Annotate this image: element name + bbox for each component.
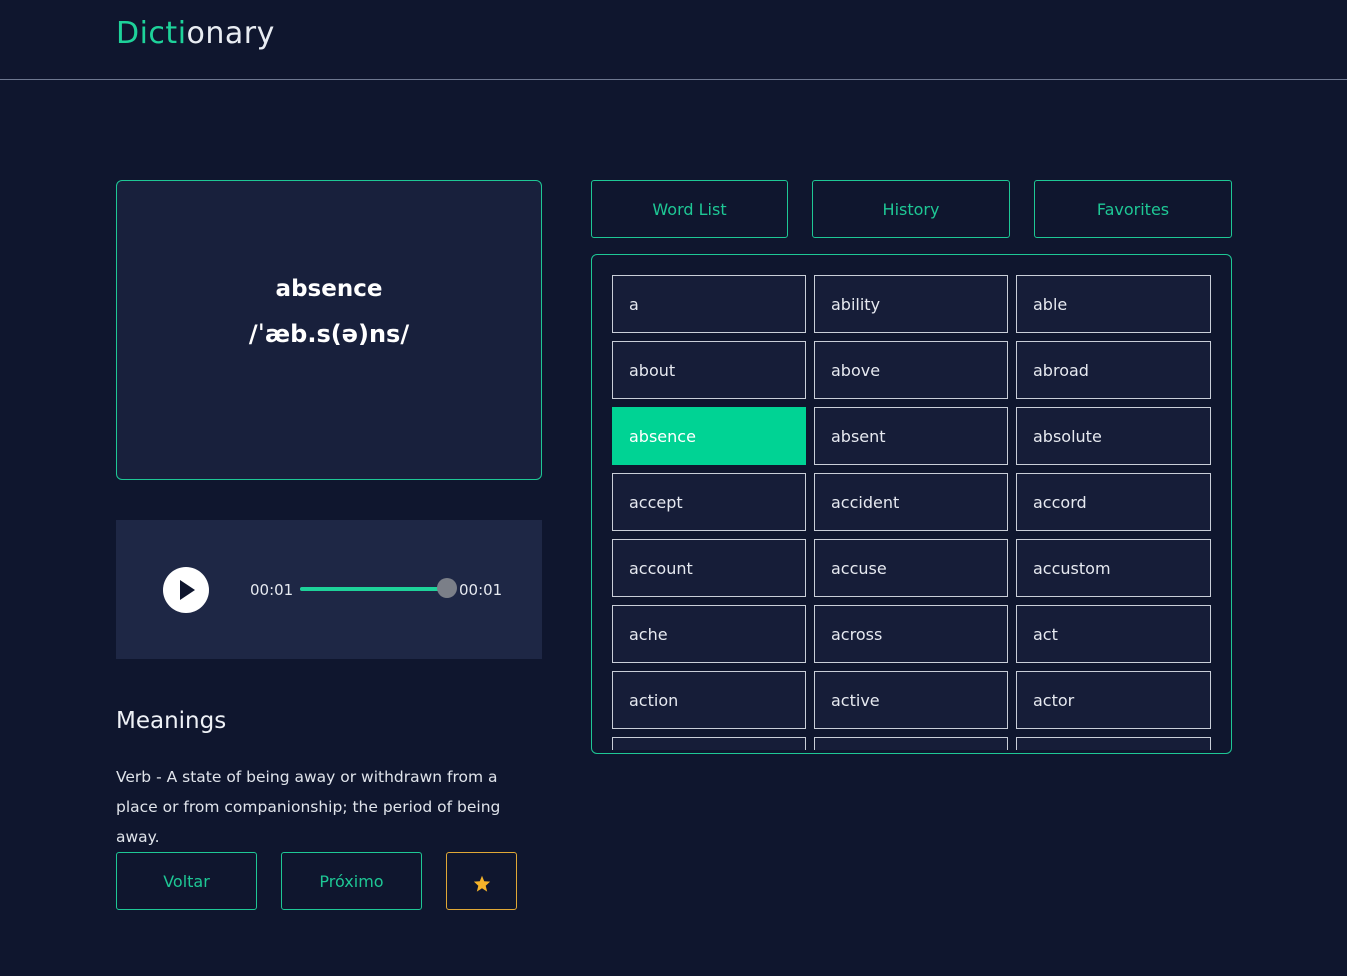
word-list-item[interactable]: absence	[612, 407, 806, 465]
progress-thumb[interactable]	[437, 578, 457, 598]
logo-accent: Dicti	[116, 16, 187, 51]
tab-word-list[interactable]: Word List	[591, 180, 788, 238]
word-list-item[interactable]	[612, 737, 806, 750]
app-logo[interactable]: Dictionary	[116, 16, 275, 51]
word-list-item[interactable]: actor	[1016, 671, 1211, 729]
word-list-item[interactable]: active	[814, 671, 1008, 729]
word-list-item[interactable]: accept	[612, 473, 806, 531]
logo-rest: onary	[186, 16, 275, 51]
word-phonetic: /ˈæb.s(ə)ns/	[248, 320, 410, 348]
star-icon	[473, 875, 491, 892]
duration-time: 00:01	[459, 581, 503, 599]
word-card: absence /ˈæb.s(ə)ns/	[116, 180, 542, 480]
meanings-text: Verb - A state of being away or withdraw…	[116, 768, 501, 846]
word-list-item[interactable]: accident	[814, 473, 1008, 531]
word-list-item[interactable]: accustom	[1016, 539, 1211, 597]
word-list-item[interactable]: accuse	[814, 539, 1008, 597]
word-list-panel[interactable]: a ability able about above abroad absence absen…	[591, 254, 1232, 754]
meanings-title: Meanings	[116, 708, 227, 734]
word-grid: a ability able about above abroad absence absen…	[612, 275, 1212, 750]
word-list-item[interactable]: ability	[814, 275, 1008, 333]
header: Dictionary	[0, 0, 1347, 80]
word-list-item[interactable]: able	[1016, 275, 1211, 333]
word-title: absence	[275, 276, 383, 302]
word-list-item[interactable]	[814, 737, 1008, 750]
word-list-item[interactable]: account	[612, 539, 806, 597]
word-list-item[interactable]: a	[612, 275, 806, 333]
current-time: 00:01	[250, 581, 294, 599]
word-list-item[interactable]: about	[612, 341, 806, 399]
favorite-button[interactable]	[446, 852, 517, 910]
word-list-item[interactable]: across	[814, 605, 1008, 663]
audio-player: 00:01 00:01	[116, 520, 542, 659]
word-list-item[interactable]: ache	[612, 605, 806, 663]
play-button[interactable]	[163, 567, 209, 613]
word-list-item[interactable]: act	[1016, 605, 1211, 663]
word-list-item[interactable]: action	[612, 671, 806, 729]
word-list-item[interactable]	[1016, 737, 1211, 750]
word-list-item[interactable]: absent	[814, 407, 1008, 465]
back-button[interactable]: Voltar	[116, 852, 257, 910]
play-icon	[180, 580, 195, 600]
word-list-item[interactable]: above	[814, 341, 1008, 399]
progress-fill	[300, 587, 447, 591]
word-list-item[interactable]: accord	[1016, 473, 1211, 531]
tab-favorites[interactable]: Favorites	[1034, 180, 1232, 238]
tab-history[interactable]: History	[812, 180, 1010, 238]
word-list-item[interactable]: abroad	[1016, 341, 1211, 399]
next-button[interactable]: Próximo	[281, 852, 422, 910]
progress-track[interactable]	[300, 587, 447, 591]
word-list-item[interactable]: absolute	[1016, 407, 1211, 465]
